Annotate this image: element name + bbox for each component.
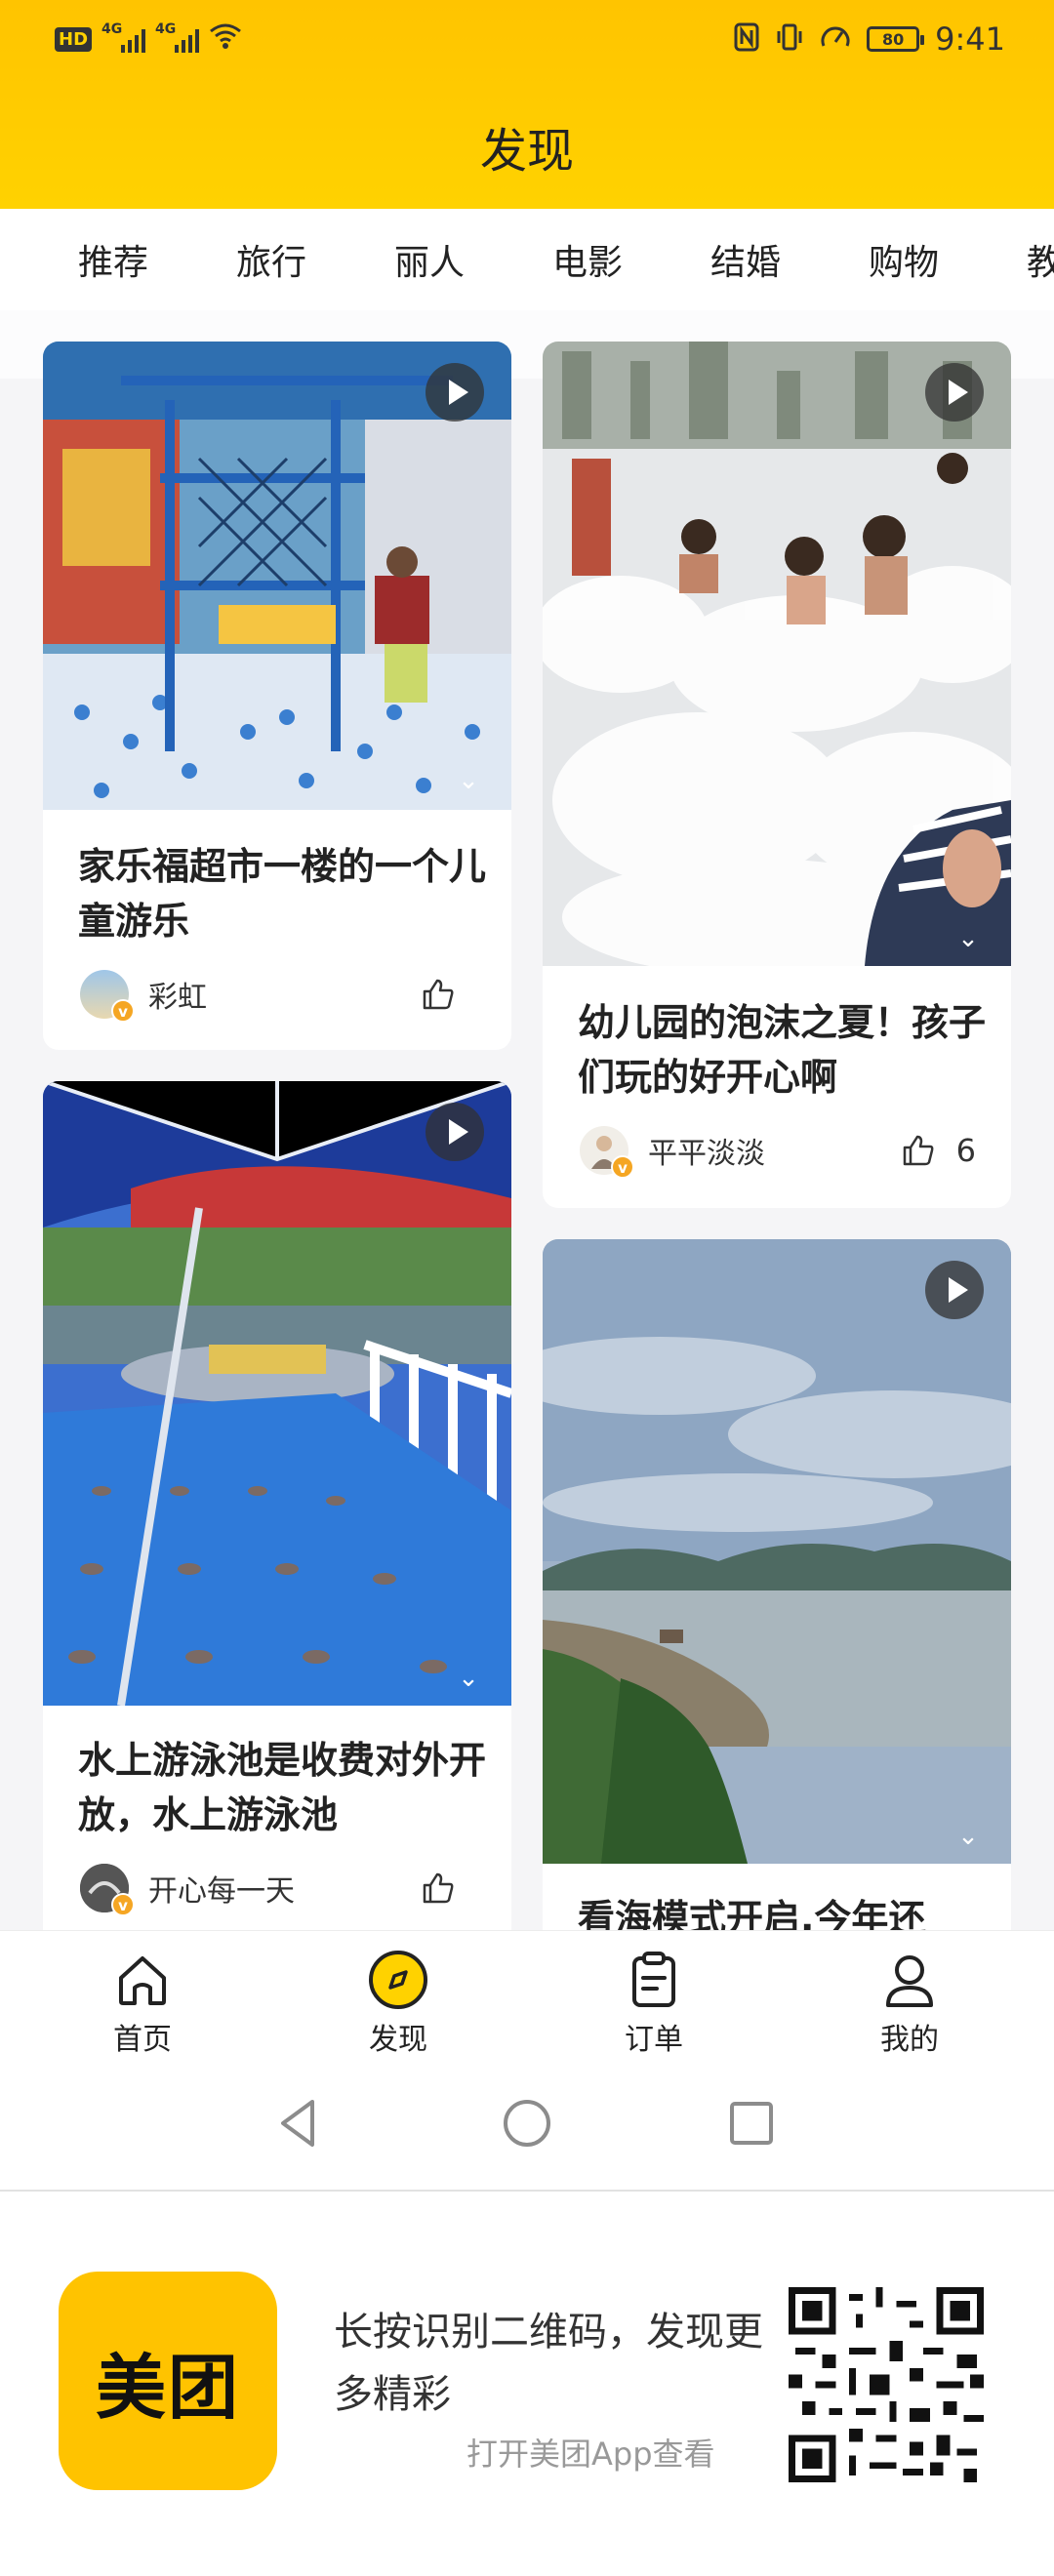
card-title[interactable]: 幼儿园的泡沫之夏！孩子们玩的好开心啊	[578, 995, 988, 1105]
tab-shopping[interactable]: 购物	[869, 234, 939, 285]
nav-home[interactable]: 首页	[74, 1949, 211, 2058]
category-tabs: 推荐 旅行 丽人 电影 结婚 购物 教	[0, 209, 1054, 310]
thumbs-up-icon	[423, 979, 454, 1010]
card-title[interactable]: 水上游泳池是收费对外开放，水上游泳池	[78, 1733, 488, 1842]
author[interactable]: v 彩虹	[80, 968, 207, 1023]
status-bar: HD 4G 4G 80 9:41	[0, 0, 1054, 78]
nav-discover[interactable]: 发现	[330, 1949, 466, 2058]
nav-profile-label: 我的	[880, 2023, 939, 2057]
nav-home-label: 首页	[113, 2023, 172, 2057]
avatar[interactable]: v	[80, 1864, 135, 1916]
qr-code-icon[interactable]	[789, 2287, 984, 2482]
author-name: 彩虹	[148, 981, 207, 1015]
feed-card[interactable]: ⌄ 水上游泳池是收费对外开放，水上游泳池 v 开心每一天	[43, 1081, 511, 1930]
avatar[interactable]: v	[80, 970, 135, 1023]
compass-icon	[369, 1951, 427, 2009]
like-button[interactable]: 6	[902, 1124, 976, 1177]
chevron-down-icon[interactable]: ⌄	[951, 926, 986, 951]
author[interactable]: v 开心每一天	[80, 1862, 295, 1916]
back-triangle-icon[interactable]	[269, 2092, 332, 2154]
page-title: 发现	[479, 124, 574, 179]
card-title[interactable]: 看海模式开启,今年还	[578, 1891, 988, 1930]
tab-movie[interactable]: 电影	[552, 234, 623, 285]
cellular-signal-icon-2: 4G	[155, 21, 200, 53]
video-thumbnail	[543, 1239, 1011, 1864]
video-thumbnail	[543, 342, 1011, 966]
chevron-down-icon[interactable]: ⌄	[451, 768, 486, 793]
verified-badge-icon: v	[611, 1155, 634, 1179]
nfc-icon	[734, 22, 759, 56]
tab-education[interactable]: 教	[1027, 234, 1054, 285]
nav-profile[interactable]: 我的	[841, 1949, 978, 2058]
order-clipboard-icon	[632, 1952, 675, 2007]
play-icon[interactable]	[925, 363, 984, 422]
tab-wedding[interactable]: 结婚	[710, 234, 781, 285]
meituan-logo: 美团	[59, 2272, 277, 2490]
promo-subtext: 打开美团App查看	[466, 2435, 715, 2473]
verified-badge-icon: v	[111, 999, 135, 1023]
wifi-icon	[209, 22, 242, 56]
chevron-down-icon[interactable]: ⌄	[451, 1666, 486, 1691]
nav-orders-label: 订单	[625, 2023, 683, 2057]
bottom-nav: 首页 发现 订单 我的	[0, 1930, 1054, 2059]
like-count: 6	[955, 1132, 976, 1169]
play-icon[interactable]	[925, 1261, 984, 1319]
cellular-signal-icon: 4G	[101, 21, 146, 53]
tab-recommend[interactable]: 推荐	[78, 234, 148, 285]
thumbs-up-icon	[903, 1135, 934, 1166]
feed-card[interactable]: ⌄ 看海模式开启,今年还	[543, 1239, 1011, 1930]
system-nav-bar	[0, 2059, 1054, 2192]
play-icon[interactable]	[426, 1103, 484, 1161]
like-button[interactable]	[422, 1862, 476, 1914]
speed-gauge-icon	[820, 22, 851, 56]
home-circle-icon[interactable]	[496, 2092, 558, 2154]
chevron-down-icon[interactable]: ⌄	[951, 1824, 986, 1849]
tab-beauty[interactable]: 丽人	[394, 234, 465, 285]
author[interactable]: v 平平淡淡	[580, 1124, 765, 1179]
vibrate-icon	[775, 22, 804, 56]
promo-text: 长按识别二维码，发现更多精彩	[334, 2310, 763, 2417]
content-feed[interactable]: ⌄ 家乐福超市一楼的一个儿童游乐 v 彩虹 ⌄ 幼儿园的泡沫之夏！孩子们玩的好开…	[0, 310, 1054, 1930]
home-icon	[119, 1956, 166, 2005]
profile-icon	[886, 1955, 933, 2007]
thumbs-up-icon	[423, 1872, 454, 1904]
like-button[interactable]	[422, 968, 476, 1021]
card-title[interactable]: 家乐福超市一楼的一个儿童游乐	[78, 839, 488, 948]
nav-orders[interactable]: 订单	[586, 1949, 722, 2058]
nav-discover-label: 发现	[369, 2023, 427, 2057]
hd-icon: HD	[55, 26, 93, 52]
tab-travel[interactable]: 旅行	[236, 234, 306, 285]
video-thumbnail	[43, 1081, 511, 1706]
app-header: HD 4G 4G 80 9:41 发现	[0, 0, 1054, 209]
author-name: 平平淡淡	[648, 1137, 765, 1171]
author-name: 开心每一天	[148, 1874, 295, 1909]
clock: 9:41	[935, 20, 1005, 58]
battery-icon: 80	[867, 26, 925, 52]
recents-square-icon[interactable]	[720, 2092, 783, 2154]
play-icon[interactable]	[426, 363, 484, 422]
verified-badge-icon: v	[111, 1893, 135, 1916]
avatar[interactable]: v	[580, 1126, 634, 1179]
feed-card[interactable]: ⌄ 家乐福超市一楼的一个儿童游乐 v 彩虹	[43, 342, 511, 1050]
feed-card[interactable]: ⌄ 幼儿园的泡沫之夏！孩子们玩的好开心啊 v 平平淡淡 6	[543, 342, 1011, 1208]
promo-footer: 美团 长按识别二维码，发现更多精彩 打开美团App查看	[0, 2194, 1054, 2576]
